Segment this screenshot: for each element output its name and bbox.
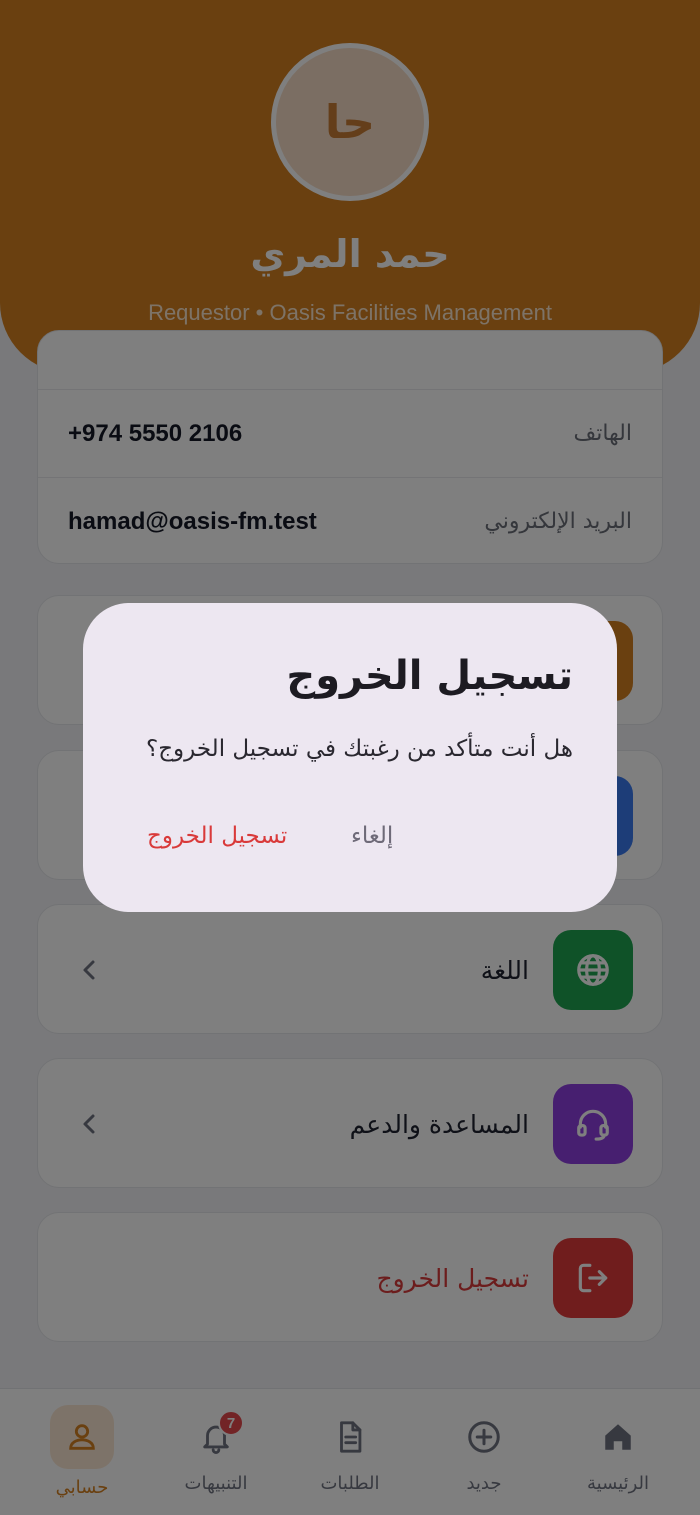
dialog-message: هل أنت متأكد من رغبتك في تسجيل الخروج؟ — [145, 736, 573, 762]
cancel-button[interactable]: إلغاء — [351, 823, 393, 849]
confirm-logout-button[interactable]: تسجيل الخروج — [147, 823, 287, 849]
dialog-title: تسجيل الخروج — [286, 653, 573, 699]
logout-dialog: تسجيل الخروج هل أنت متأكد من رغبتك في تس… — [83, 603, 617, 912]
